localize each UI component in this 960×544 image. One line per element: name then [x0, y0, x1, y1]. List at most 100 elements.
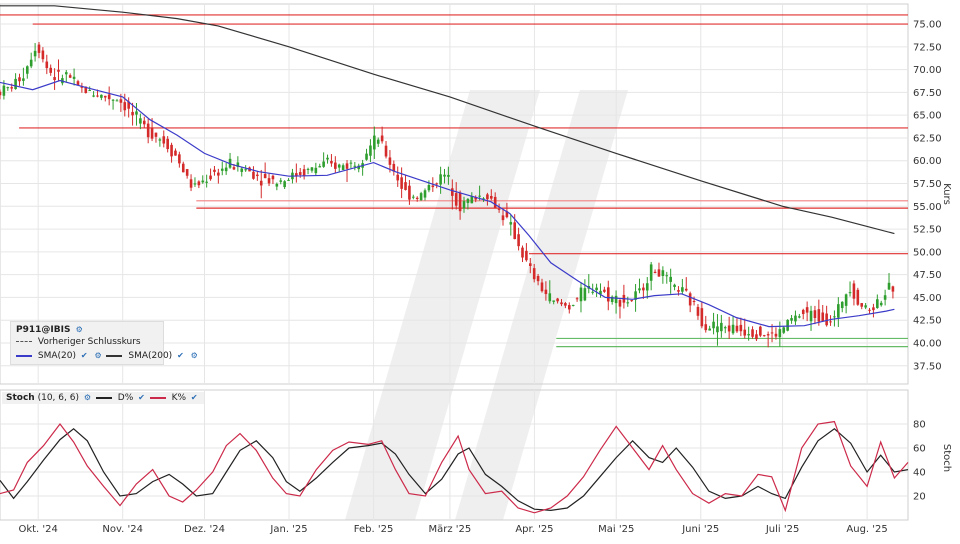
candle-down: [451, 188, 454, 196]
candle-down: [103, 95, 107, 98]
candle-down: [801, 309, 805, 315]
candle-up: [115, 100, 119, 102]
candle-down: [544, 289, 548, 295]
candle-up: [681, 287, 684, 292]
candle-down: [142, 120, 146, 125]
candle-down: [0, 91, 2, 96]
candle-up: [716, 326, 719, 333]
x-tick-label: Feb. '25: [354, 524, 394, 535]
price-tick-label: 45.00: [913, 293, 942, 304]
candle-down: [18, 77, 21, 82]
candle-down: [852, 283, 856, 299]
candle-down: [107, 94, 111, 100]
stoch-panel-frame: [0, 389, 909, 521]
candle-down: [252, 171, 255, 179]
candle-up: [240, 168, 244, 172]
x-tick-label: Apr. '25: [515, 524, 553, 535]
candle-up: [876, 299, 879, 309]
candle-down: [178, 154, 181, 164]
candle-up: [318, 166, 322, 168]
candle-up: [326, 157, 329, 160]
price-tick-label: 62.50: [913, 133, 942, 144]
candle-up: [100, 94, 103, 98]
candle-down: [217, 172, 220, 176]
candle-down: [185, 169, 189, 176]
stoch-legend: Stoch (10, 6, 6) ⚙ D% ✔ K% ✔: [2, 392, 204, 404]
candle-down: [53, 77, 56, 81]
candle-up: [552, 300, 555, 302]
candle-up: [595, 287, 598, 291]
candle-down: [564, 303, 567, 306]
candle-up: [279, 180, 283, 182]
candle-up: [720, 322, 723, 332]
candle-up: [341, 165, 345, 171]
candle-down: [345, 163, 349, 169]
settings-icon[interactable]: ⚙: [76, 325, 83, 334]
candle-up: [111, 99, 115, 101]
settings-icon[interactable]: ⚙: [94, 351, 101, 360]
settings-icon[interactable]: ⚙: [84, 393, 91, 402]
candle-up: [626, 302, 630, 304]
candle-up: [443, 174, 446, 177]
price-tick-label: 42.50: [913, 316, 942, 327]
stoch-name: Stoch: [6, 393, 35, 403]
x-tick-label: Juni '25: [681, 524, 719, 535]
checkbox-icon[interactable]: ✔: [177, 351, 184, 360]
candle-down: [755, 334, 758, 340]
candle-up: [287, 179, 290, 181]
candle-up: [509, 222, 513, 225]
candle-down: [458, 192, 462, 212]
candle-down: [162, 136, 166, 144]
candle-up: [6, 87, 10, 89]
price-tick-label: 72.50: [913, 42, 942, 53]
candle-down: [704, 324, 708, 331]
candle-down: [380, 135, 384, 142]
candle-down: [404, 182, 407, 190]
candle-up: [373, 135, 376, 150]
candle-down: [653, 271, 657, 274]
candle-down: [642, 287, 645, 291]
price-tick-label: 75.00: [913, 20, 942, 31]
legend-prev-close-row: Vorheriger Schlusskurs: [16, 337, 141, 348]
candle-down: [384, 145, 388, 157]
settings-icon[interactable]: ⚙: [191, 351, 198, 360]
candle-up: [427, 184, 431, 191]
x-tick-label: Aug. '25: [846, 524, 887, 535]
candle-up: [747, 334, 750, 336]
candle-down: [256, 174, 259, 177]
candle-down: [400, 177, 403, 189]
candle-down: [657, 269, 661, 277]
sma20-line-icon: [16, 354, 32, 357]
candle-down: [532, 268, 536, 280]
candle-down: [150, 127, 154, 139]
candle-up: [376, 139, 380, 144]
candle-up: [731, 324, 735, 334]
candle-down: [131, 111, 134, 116]
candle-down: [37, 44, 41, 53]
candle-down: [513, 222, 516, 240]
candle-up: [337, 164, 341, 168]
candle-up: [708, 328, 711, 331]
candle-up: [571, 304, 575, 306]
candle-down: [536, 276, 540, 282]
candle-down: [805, 307, 809, 313]
candle-down: [817, 309, 821, 322]
candle-up: [864, 305, 867, 308]
candle-down: [696, 306, 700, 316]
candle-down: [415, 197, 419, 199]
candle-up: [887, 282, 891, 290]
candle-up: [712, 321, 715, 329]
candle-up: [614, 295, 618, 304]
candle-down: [490, 195, 493, 199]
candle-up: [809, 310, 813, 322]
candle-up: [322, 161, 325, 167]
candle-up: [314, 167, 318, 174]
candle-up: [778, 329, 782, 338]
stoch-axis-label: Stoch: [941, 444, 952, 472]
candle-down: [521, 247, 524, 258]
checkbox-icon[interactable]: ✔: [81, 351, 88, 360]
candle-up: [92, 95, 95, 97]
checkbox-icon[interactable]: ✔: [138, 393, 145, 402]
checkbox-icon[interactable]: ✔: [191, 393, 198, 402]
candle-up: [139, 118, 142, 124]
